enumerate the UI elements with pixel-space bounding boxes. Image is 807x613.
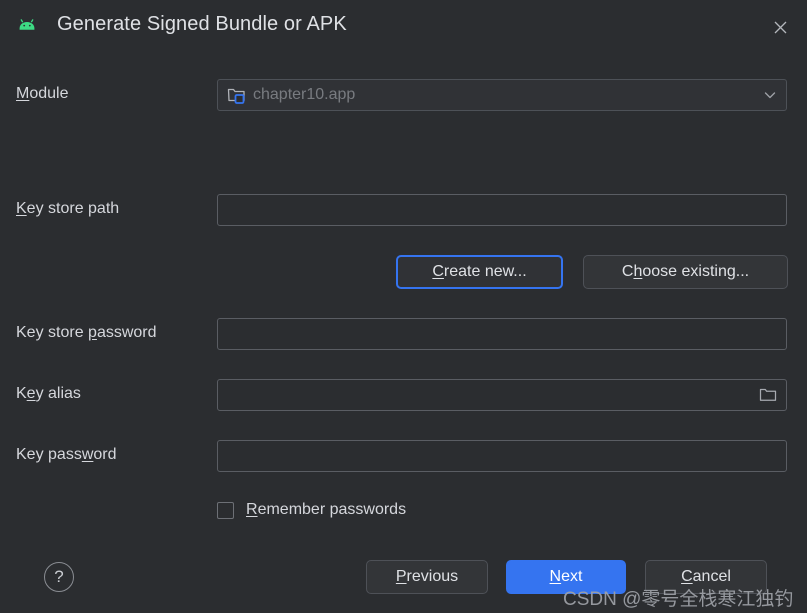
next-mnemonic: N (549, 568, 562, 585)
key-password-label-mnemonic: w (81, 446, 94, 463)
key-password-label-pre: Key pass (16, 446, 82, 463)
module-combobox[interactable]: chapter10.app (217, 79, 787, 111)
key-store-path-label-rest: ey store path (26, 200, 120, 217)
key-alias-label-mnemonic: e (26, 385, 36, 402)
remember-passwords-row[interactable]: Remember passwords (217, 501, 406, 519)
key-password-input[interactable] (217, 440, 787, 472)
module-label-mnemonic: M (16, 85, 30, 102)
key-alias-label-pre: K (16, 385, 27, 402)
choose-existing-pre: C (621, 263, 634, 280)
key-alias-label-rest: y alias (35, 385, 81, 402)
create-new-rest: reate new... (443, 263, 527, 280)
choose-existing-button[interactable]: Ch oose existing... (583, 255, 788, 289)
next-button[interactable]: Next (506, 560, 626, 594)
key-store-password-label-pre: Key store (16, 324, 89, 341)
next-rest: ext (561, 568, 583, 585)
chevron-down-icon[interactable] (762, 87, 778, 103)
remember-passwords-mnemonic: R (246, 501, 258, 518)
help-button[interactable]: ? (44, 562, 74, 592)
choose-existing-mnemonic: h (633, 263, 643, 280)
page-title: Generate Signed Bundle or APK (57, 13, 347, 35)
module-label-rest: odule (29, 85, 69, 102)
remember-passwords-label: Remember passwords (246, 501, 406, 519)
remember-passwords-checkbox[interactable] (217, 501, 234, 519)
key-password-label-rest: ord (93, 446, 117, 463)
key-store-password-label: Key store password (16, 324, 157, 342)
previous-mnemonic: P (395, 568, 407, 585)
create-new-button[interactable]: Create new... (396, 255, 563, 289)
choose-existing-rest: oose existing... (642, 263, 750, 280)
previous-button[interactable]: Previous (366, 560, 488, 594)
android-robot-icon (16, 16, 38, 38)
key-password-label: Key password (16, 446, 117, 464)
dialog-title-bar: Generate Signed Bundle or APK (0, 0, 807, 54)
key-store-password-input[interactable] (217, 318, 787, 350)
create-new-mnemonic: C (432, 263, 444, 280)
cancel-button[interactable]: Cancel (645, 560, 767, 594)
module-label: Module (16, 85, 68, 103)
key-store-path-label-mnemonic: K (16, 200, 27, 217)
remember-passwords-rest: emember passwords (257, 501, 407, 518)
module-folder-icon (227, 86, 247, 104)
key-store-path-input[interactable] (217, 194, 787, 226)
key-store-password-label-rest: assword (96, 324, 157, 341)
module-selected-value: chapter10.app (253, 86, 356, 103)
previous-rest: revious (406, 568, 459, 585)
cancel-mnemonic: C (681, 568, 693, 585)
key-store-password-label-mnemonic: p (88, 324, 97, 341)
cancel-rest: ancel (692, 568, 731, 585)
key-alias-input[interactable] (217, 379, 787, 411)
close-icon[interactable] (765, 12, 795, 42)
key-store-path-label: Key store path (16, 200, 119, 218)
key-alias-label: Key alias (16, 385, 81, 403)
folder-icon[interactable] (759, 386, 777, 404)
